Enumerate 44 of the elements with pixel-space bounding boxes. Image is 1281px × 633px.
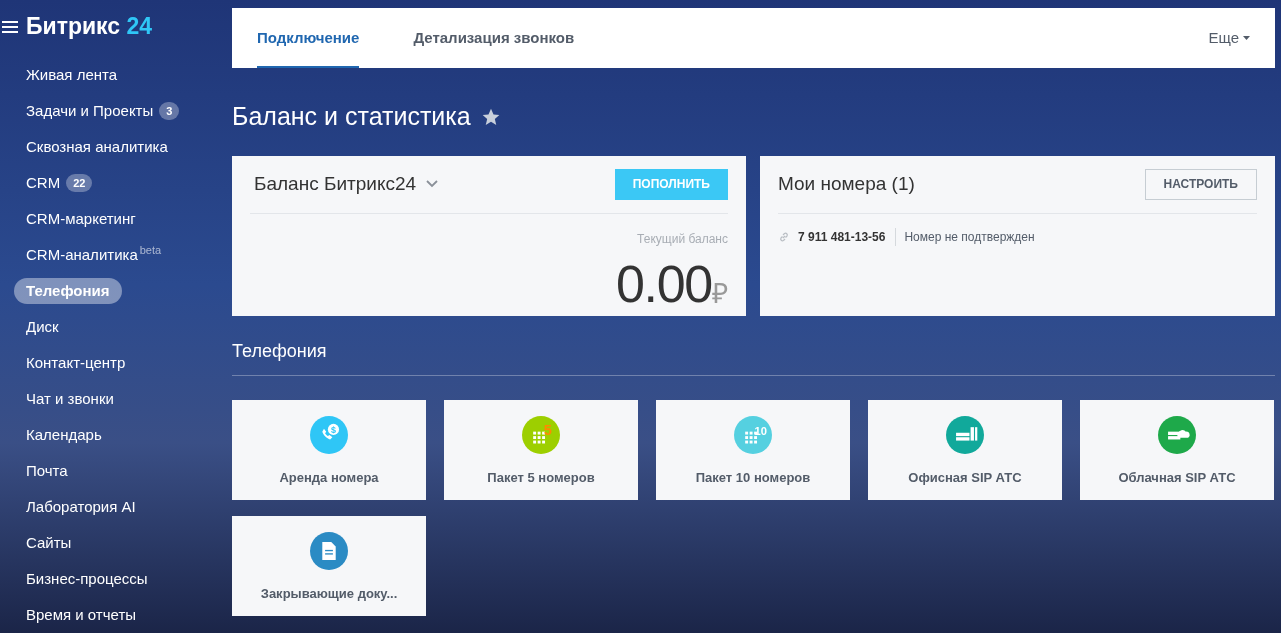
configure-button[interactable]: НАСТРОИТЬ bbox=[1144, 168, 1257, 200]
nav-item[interactable]: Время и отчеты bbox=[14, 601, 138, 629]
nav-item[interactable]: Сквозная аналитика bbox=[14, 133, 169, 161]
balance-amount: 0.00₽ bbox=[616, 257, 728, 310]
service-tile[interactable]: Закрывающие доку... bbox=[232, 515, 426, 616]
tab[interactable]: Подключение bbox=[257, 8, 360, 68]
beta-label: beta bbox=[139, 242, 162, 258]
service-tile[interactable]: 5 Пакет 5 номеров bbox=[444, 399, 638, 500]
balance-caption: Текущий баланс bbox=[637, 230, 728, 248]
nav-item[interactable]: CRM-аналитика bbox=[14, 241, 139, 269]
nav-item[interactable]: Лаборатория AI bbox=[14, 493, 137, 521]
card-title: Баланс Битрикс24 bbox=[254, 171, 417, 196]
menu-icon[interactable] bbox=[2, 20, 18, 33]
nav-item[interactable]: Чат и звонки bbox=[14, 385, 115, 413]
more-menu[interactable]: Еще bbox=[1208, 26, 1239, 50]
service-tile[interactable]: 10 Пакет 10 номеров bbox=[656, 399, 850, 500]
card-title: Мои номера (1) bbox=[778, 171, 915, 196]
page-title: Баланс и статистика bbox=[232, 101, 471, 132]
section-title: Телефония bbox=[232, 337, 1275, 376]
rent-icon: $ bbox=[310, 415, 348, 454]
nav-item[interactable]: Контакт-центр bbox=[14, 349, 127, 377]
nav-item[interactable]: Задачи и Проекты bbox=[14, 97, 155, 125]
nav-item[interactable]: CRM-маркетинг bbox=[14, 205, 137, 233]
link-icon bbox=[778, 230, 790, 243]
pack-icon: 5 bbox=[522, 415, 560, 454]
chevron-down-icon[interactable] bbox=[426, 180, 439, 188]
service-tile[interactable]: Офисная SIP АТС bbox=[868, 399, 1062, 500]
phone-number: 7 911 481-13-56 bbox=[798, 227, 897, 246]
counter-badge: 22 bbox=[66, 173, 93, 193]
counter-badge: 3 bbox=[159, 101, 180, 121]
nav-item[interactable]: Почта bbox=[14, 457, 69, 485]
number-status: Номер не подтвержден bbox=[904, 228, 1035, 246]
nav-item[interactable]: Живая лента bbox=[14, 61, 119, 89]
caret-icon bbox=[1243, 36, 1250, 40]
nav-item[interactable]: CRM bbox=[14, 169, 62, 197]
nav-item[interactable]: Сайты bbox=[14, 529, 73, 557]
nav-item[interactable]: Диск bbox=[14, 313, 60, 341]
tab[interactable]: Детализация звонков bbox=[413, 8, 575, 68]
nav-item[interactable]: Бизнес-процессы bbox=[14, 565, 149, 593]
pack-icon: 10 bbox=[734, 415, 772, 454]
logo[interactable]: Битрикс 24 bbox=[26, 9, 153, 44]
nav-item[interactable]: Календарь bbox=[14, 421, 103, 449]
service-tile[interactable]: $ Аренда номера bbox=[232, 399, 426, 500]
service-tile[interactable]: Облачная SIP АТС bbox=[1080, 399, 1274, 500]
